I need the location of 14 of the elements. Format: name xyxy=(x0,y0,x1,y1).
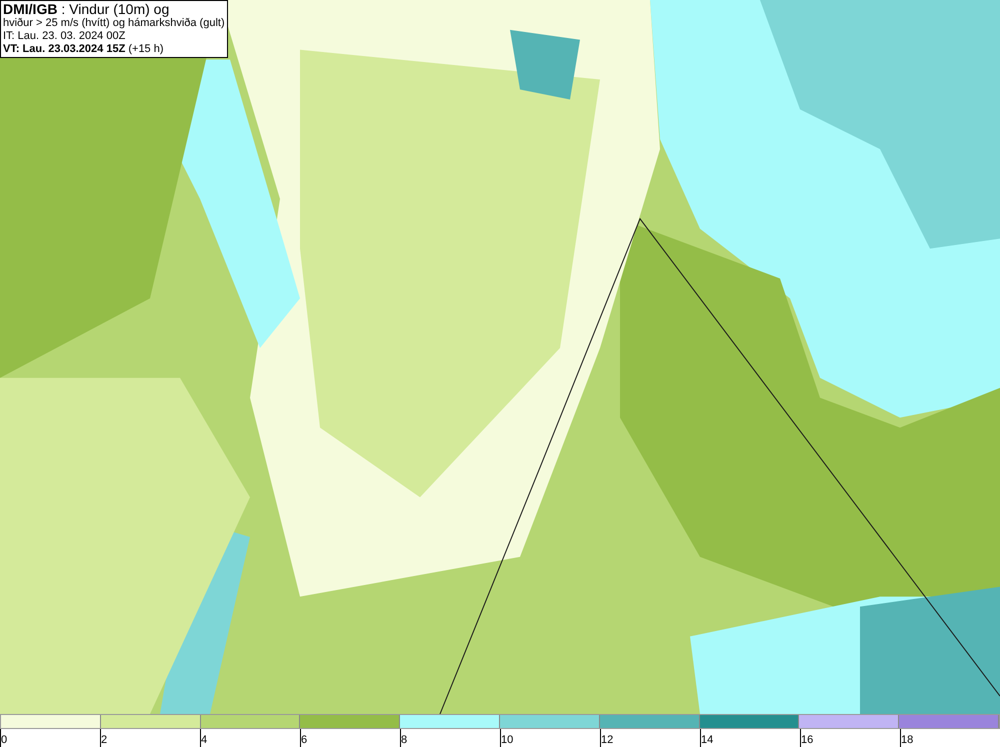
legend-tick-label: 14 xyxy=(701,734,714,747)
title-line: IT: Lau. 23. 03. 2024 00Z xyxy=(3,30,126,43)
legend-tick-label: 18 xyxy=(901,734,914,747)
legend-tick-label: 4 xyxy=(201,734,208,747)
legend-tick-label: 8 xyxy=(401,734,408,747)
legend-tick-label: 10 xyxy=(501,734,514,747)
title-line: DMI/IGB : Vindur (10m) og xyxy=(3,2,170,17)
legend-tick-label: 2 xyxy=(101,734,108,747)
legend-tick-label: 12 xyxy=(601,734,614,747)
title-line: hviður > 25 m/s (hvítt) og hámarkshviða (gult) xyxy=(3,17,225,30)
legend-tick-label: 16 xyxy=(801,734,814,747)
legend-tick-label: 0 xyxy=(1,734,8,747)
title-line: VT: Lau. 23.03.2024 15Z (+15 h) xyxy=(3,43,165,56)
legend-tick-label: 6 xyxy=(301,734,308,747)
